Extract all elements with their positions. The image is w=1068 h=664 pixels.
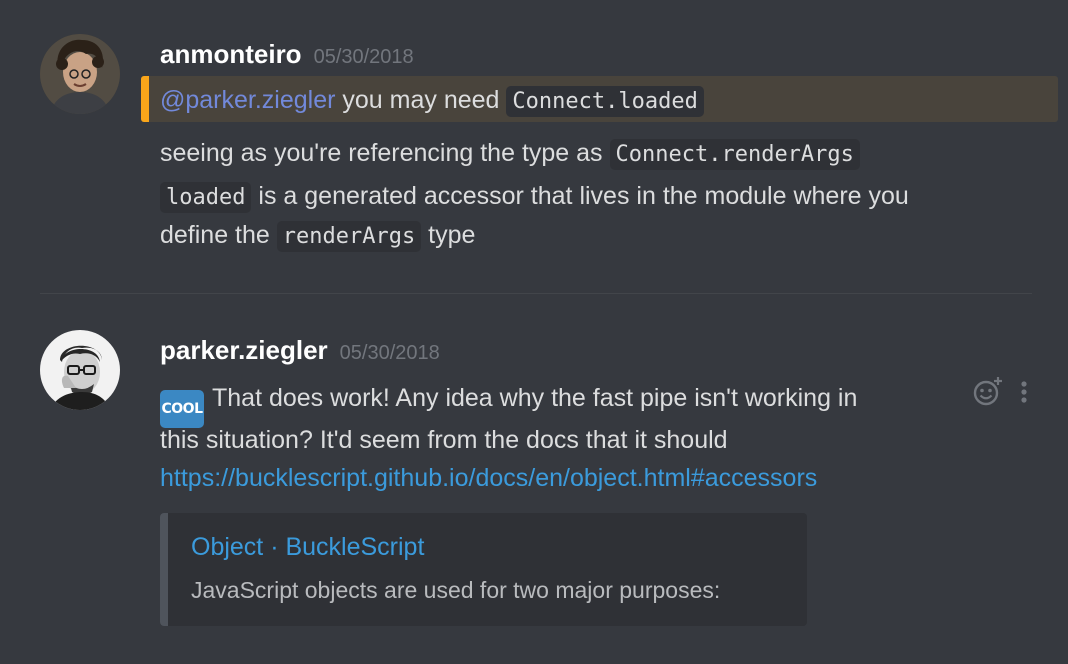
add-reaction-icon[interactable]: [970, 375, 1004, 409]
message-text: this situation? It'd seem from the docs …: [160, 426, 728, 454]
user-mention[interactable]: @parker.ziegler: [160, 86, 335, 114]
message-text: you may need: [335, 86, 507, 114]
avatar-anmonteiro[interactable]: [40, 34, 120, 114]
message-text: seeing as you're referencing the type as: [160, 139, 610, 167]
embed-accent-bar: [160, 513, 168, 626]
inline-code: Connect.renderArgs: [609, 139, 860, 170]
message-text: is a generated accessor that lives in th…: [251, 182, 909, 210]
embed-title[interactable]: Object · BuckleScript: [191, 533, 424, 562]
message-line-mention: @parker.ziegler you may need Connect.loa…: [160, 81, 704, 121]
message-header: parker.ziegler 05/30/2018: [160, 335, 440, 366]
message-line: seeing as you're referencing the type as…: [160, 134, 860, 174]
message-header: anmonteiro 05/30/2018: [160, 39, 414, 70]
message-line: this situation? It'd seem from the docs …: [160, 421, 728, 459]
message-divider: [40, 293, 1032, 294]
timestamp: 05/30/2018: [339, 342, 440, 364]
message-link[interactable]: https://bucklescript.github.io/docs/en/o…: [160, 464, 817, 492]
message-text: define the: [160, 221, 277, 249]
avatar-parker-ziegler[interactable]: [40, 330, 120, 410]
inline-code: Connect.loaded: [506, 86, 704, 117]
more-options-icon[interactable]: [1014, 375, 1034, 409]
message-line: define the renderArgs type: [160, 216, 475, 256]
inline-code: renderArgs: [276, 221, 422, 252]
chat-messages: anmonteiro 05/30/2018 @parker.ziegler yo…: [0, 0, 1068, 664]
username[interactable]: anmonteiro: [160, 39, 302, 70]
message-text: type: [421, 221, 476, 249]
user-avatar-icon: [40, 34, 120, 114]
embed-description: JavaScript objects are used for two majo…: [191, 577, 721, 603]
message-actions: [970, 375, 1034, 409]
message-line: https://bucklescript.github.io/docs/en/o…: [160, 459, 817, 497]
username[interactable]: parker.ziegler: [160, 335, 328, 366]
link-embed: Object · BuckleScript JavaScript objects…: [160, 513, 807, 626]
timestamp: 05/30/2018: [313, 46, 414, 68]
message-text: That does work! Any idea why the fast pi…: [212, 384, 858, 412]
message-line: loaded is a generated accessor that live…: [160, 177, 909, 217]
inline-code: loaded: [160, 182, 252, 213]
user-avatar-icon: [40, 330, 120, 410]
